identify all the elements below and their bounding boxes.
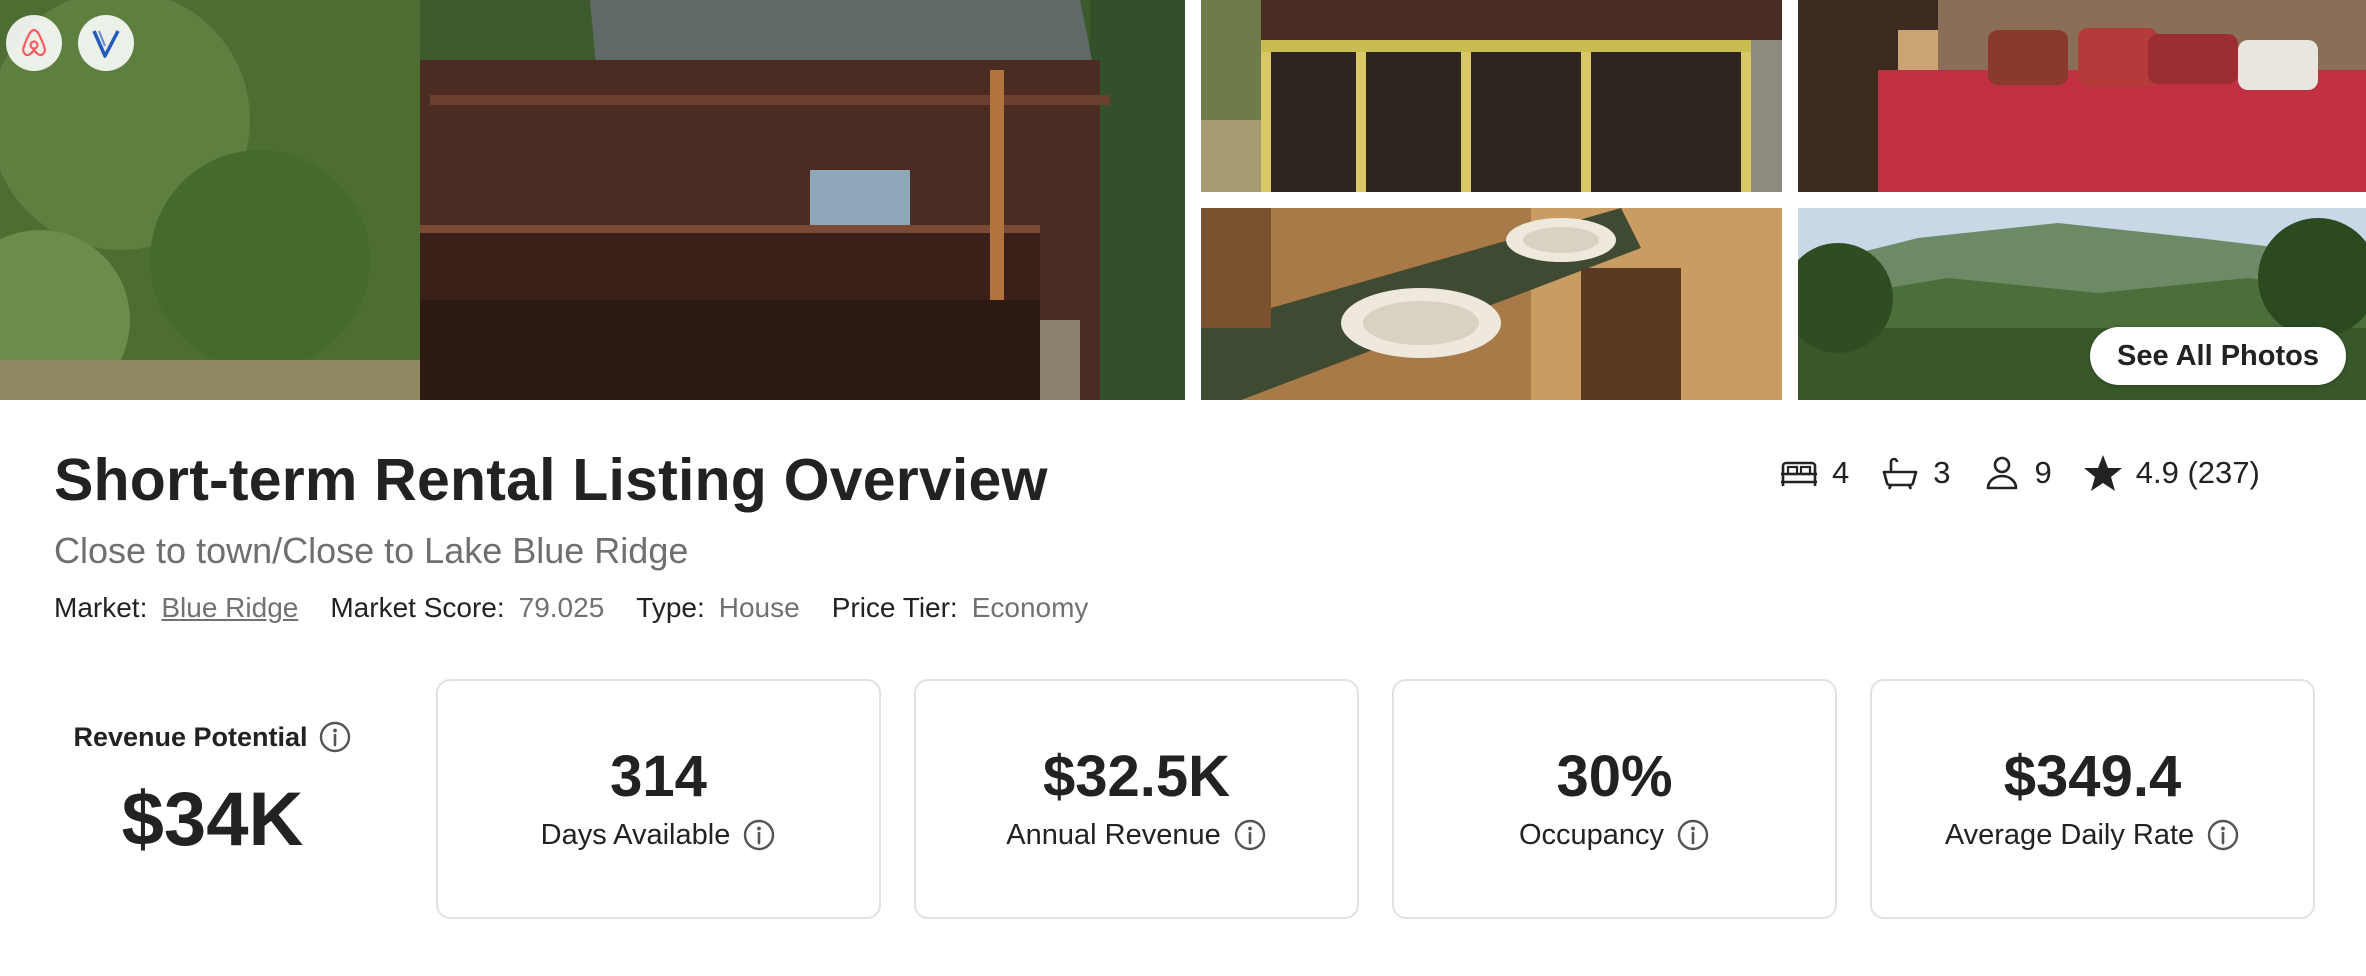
market-label: Market: [54,592,148,623]
annual-revenue-card: $32.5K Annual Revenue [914,679,1359,919]
airbnb-logo-icon[interactable] [6,15,62,71]
occupancy-card: 30% Occupancy [1392,679,1837,919]
revenue-potential-label: Revenue Potential [73,721,308,752]
occupancy-value: 30% [1556,744,1673,809]
listing-subtitle: Close to town/Close to Lake Blue Ridge [54,530,689,571]
cabin-exterior-photo[interactable] [0,0,1185,400]
person-icon [1986,456,2017,490]
rating-value: 4.9 (237) [2135,455,2260,490]
bedrooms-count: 4 [1832,455,1850,490]
market-score-value: 79.025 [518,592,605,623]
bedroom-photo[interactable] [1798,0,2366,192]
bathrooms-stat: 3 [1879,452,1951,494]
deck-photo[interactable] [1201,0,1782,192]
bed-icon [1781,461,1817,486]
days-available-card: 314 Days Available [436,679,881,919]
info-icon[interactable] [2206,818,2240,852]
info-icon[interactable] [1233,818,1267,852]
guests-stat: 9 [1981,452,2052,494]
type-value: House [718,592,800,623]
listing-meta: Market: Blue Ridge Market Score: 79.025 … [54,592,1120,624]
revenue-potential: Revenue Potential $34K [30,720,395,863]
bathtub-icon [1882,457,1918,490]
page-title: Short-term Rental Listing Overview [54,447,1048,513]
photo-gallery: See All Photos [0,0,2366,400]
rating-stat: 4.9 (237) [2082,452,2260,494]
info-icon[interactable] [1676,818,1710,852]
type-label: Type: [636,592,705,623]
annual-revenue-value: $32.5K [1042,744,1231,809]
revenue-potential-value: $34K [121,777,304,862]
property-stats: 4 3 9 4.9 (237) [1778,450,2260,496]
market-link[interactable]: Blue Ridge [161,592,298,624]
occupancy-label: Occupancy [1518,818,1665,851]
info-icon[interactable] [318,720,352,754]
average-daily-rate-card: $349.4 Average Daily Rate [1870,679,2315,919]
average-daily-rate-label: Average Daily Rate [1944,818,2195,851]
guests-count: 9 [2034,455,2052,490]
days-available-label: Days Available [540,818,731,851]
bedrooms-stat: 4 [1778,452,1849,494]
info-icon[interactable] [742,818,776,852]
price-tier-label: Price Tier: [831,592,958,623]
vrbo-logo-icon[interactable] [78,15,134,71]
bathroom-photo[interactable] [1201,208,1782,400]
average-daily-rate-value: $349.4 [2003,744,2182,809]
market-score-label: Market Score: [330,592,505,623]
bathrooms-count: 3 [1933,455,1951,490]
see-all-photos-button[interactable]: See All Photos [2090,327,2346,385]
days-available-value: 314 [610,744,707,809]
price-tier-value: Economy [971,592,1089,623]
star-icon [2083,455,2122,491]
annual-revenue-label: Annual Revenue [1006,818,1221,851]
